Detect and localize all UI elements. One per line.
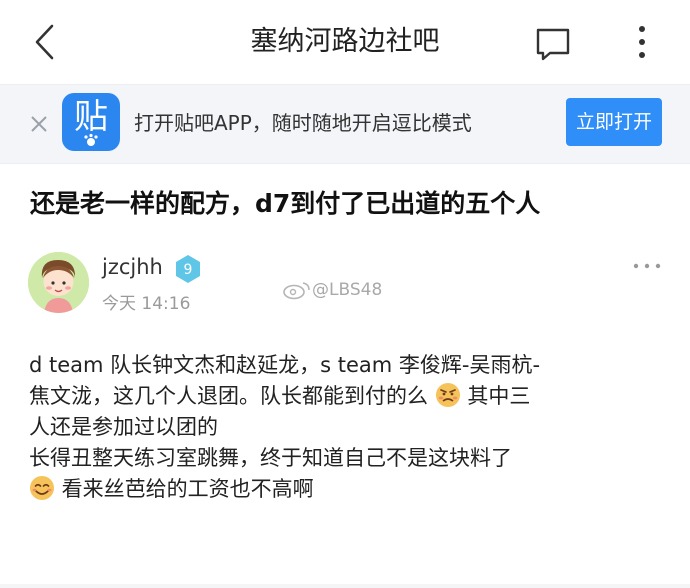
content-text: 其中三 <box>460 384 531 408</box>
divider <box>0 584 690 588</box>
angry-face-emoji-icon <box>435 383 460 407</box>
post-content: d team 队长钟文杰和赵延龙，s team 李俊辉-吴雨杭- 焦文泷，这几个… <box>29 350 669 505</box>
open-app-button[interactable]: 立即打开 <box>566 98 662 146</box>
tieba-app-logo: 贴 <box>62 93 120 151</box>
comment-icon[interactable] <box>533 24 573 64</box>
avatar[interactable] <box>28 252 89 313</box>
banner-message: 打开贴吧APP，随时随地开启逗比模式 <box>134 111 472 135</box>
level-badge: 9 <box>176 255 200 283</box>
back-arrow-icon[interactable] <box>26 22 66 62</box>
divider <box>0 163 690 164</box>
watermark-text: @LBS48 <box>312 280 383 300</box>
content-text: 焦文泷，这几个人退团。队长都能到付的么 <box>29 384 428 408</box>
author-name[interactable]: jzcjhh <box>102 255 163 279</box>
top-bar: 塞纳河路边社吧 <box>0 0 690 84</box>
post-time: 今天 14:16 <box>102 294 191 314</box>
content-line: 人还是参加过以团的 <box>29 415 218 439</box>
content-line: 焦文泷，这几个人退团。队长都能到付的么 其中三 <box>29 381 669 412</box>
paw-icon <box>84 133 98 146</box>
content-text: 看来丝芭给的工资也不高啊 <box>55 477 314 501</box>
content-line: 看来丝芭给的工资也不高啊 <box>29 474 669 505</box>
content-line: d team 队长钟文杰和赵延龙，s team 李俊辉-吴雨杭- <box>29 353 541 377</box>
more-horizontal-icon[interactable] <box>632 258 662 274</box>
post-title: 还是老一样的配方，d7到付了已出道的五个人 <box>30 189 541 218</box>
weibo-icon <box>283 282 310 300</box>
page-title: 塞纳河路边社吧 <box>250 26 440 57</box>
more-vertical-icon[interactable] <box>628 22 656 62</box>
close-icon[interactable] <box>27 112 51 136</box>
content-line: 长得丑整天练习室跳舞，终于知道自己不是这块料了 <box>29 446 512 470</box>
smile-face-emoji-icon <box>30 476 54 500</box>
weibo-watermark: @LBS48 <box>282 280 382 300</box>
level-number: 9 <box>184 262 193 278</box>
